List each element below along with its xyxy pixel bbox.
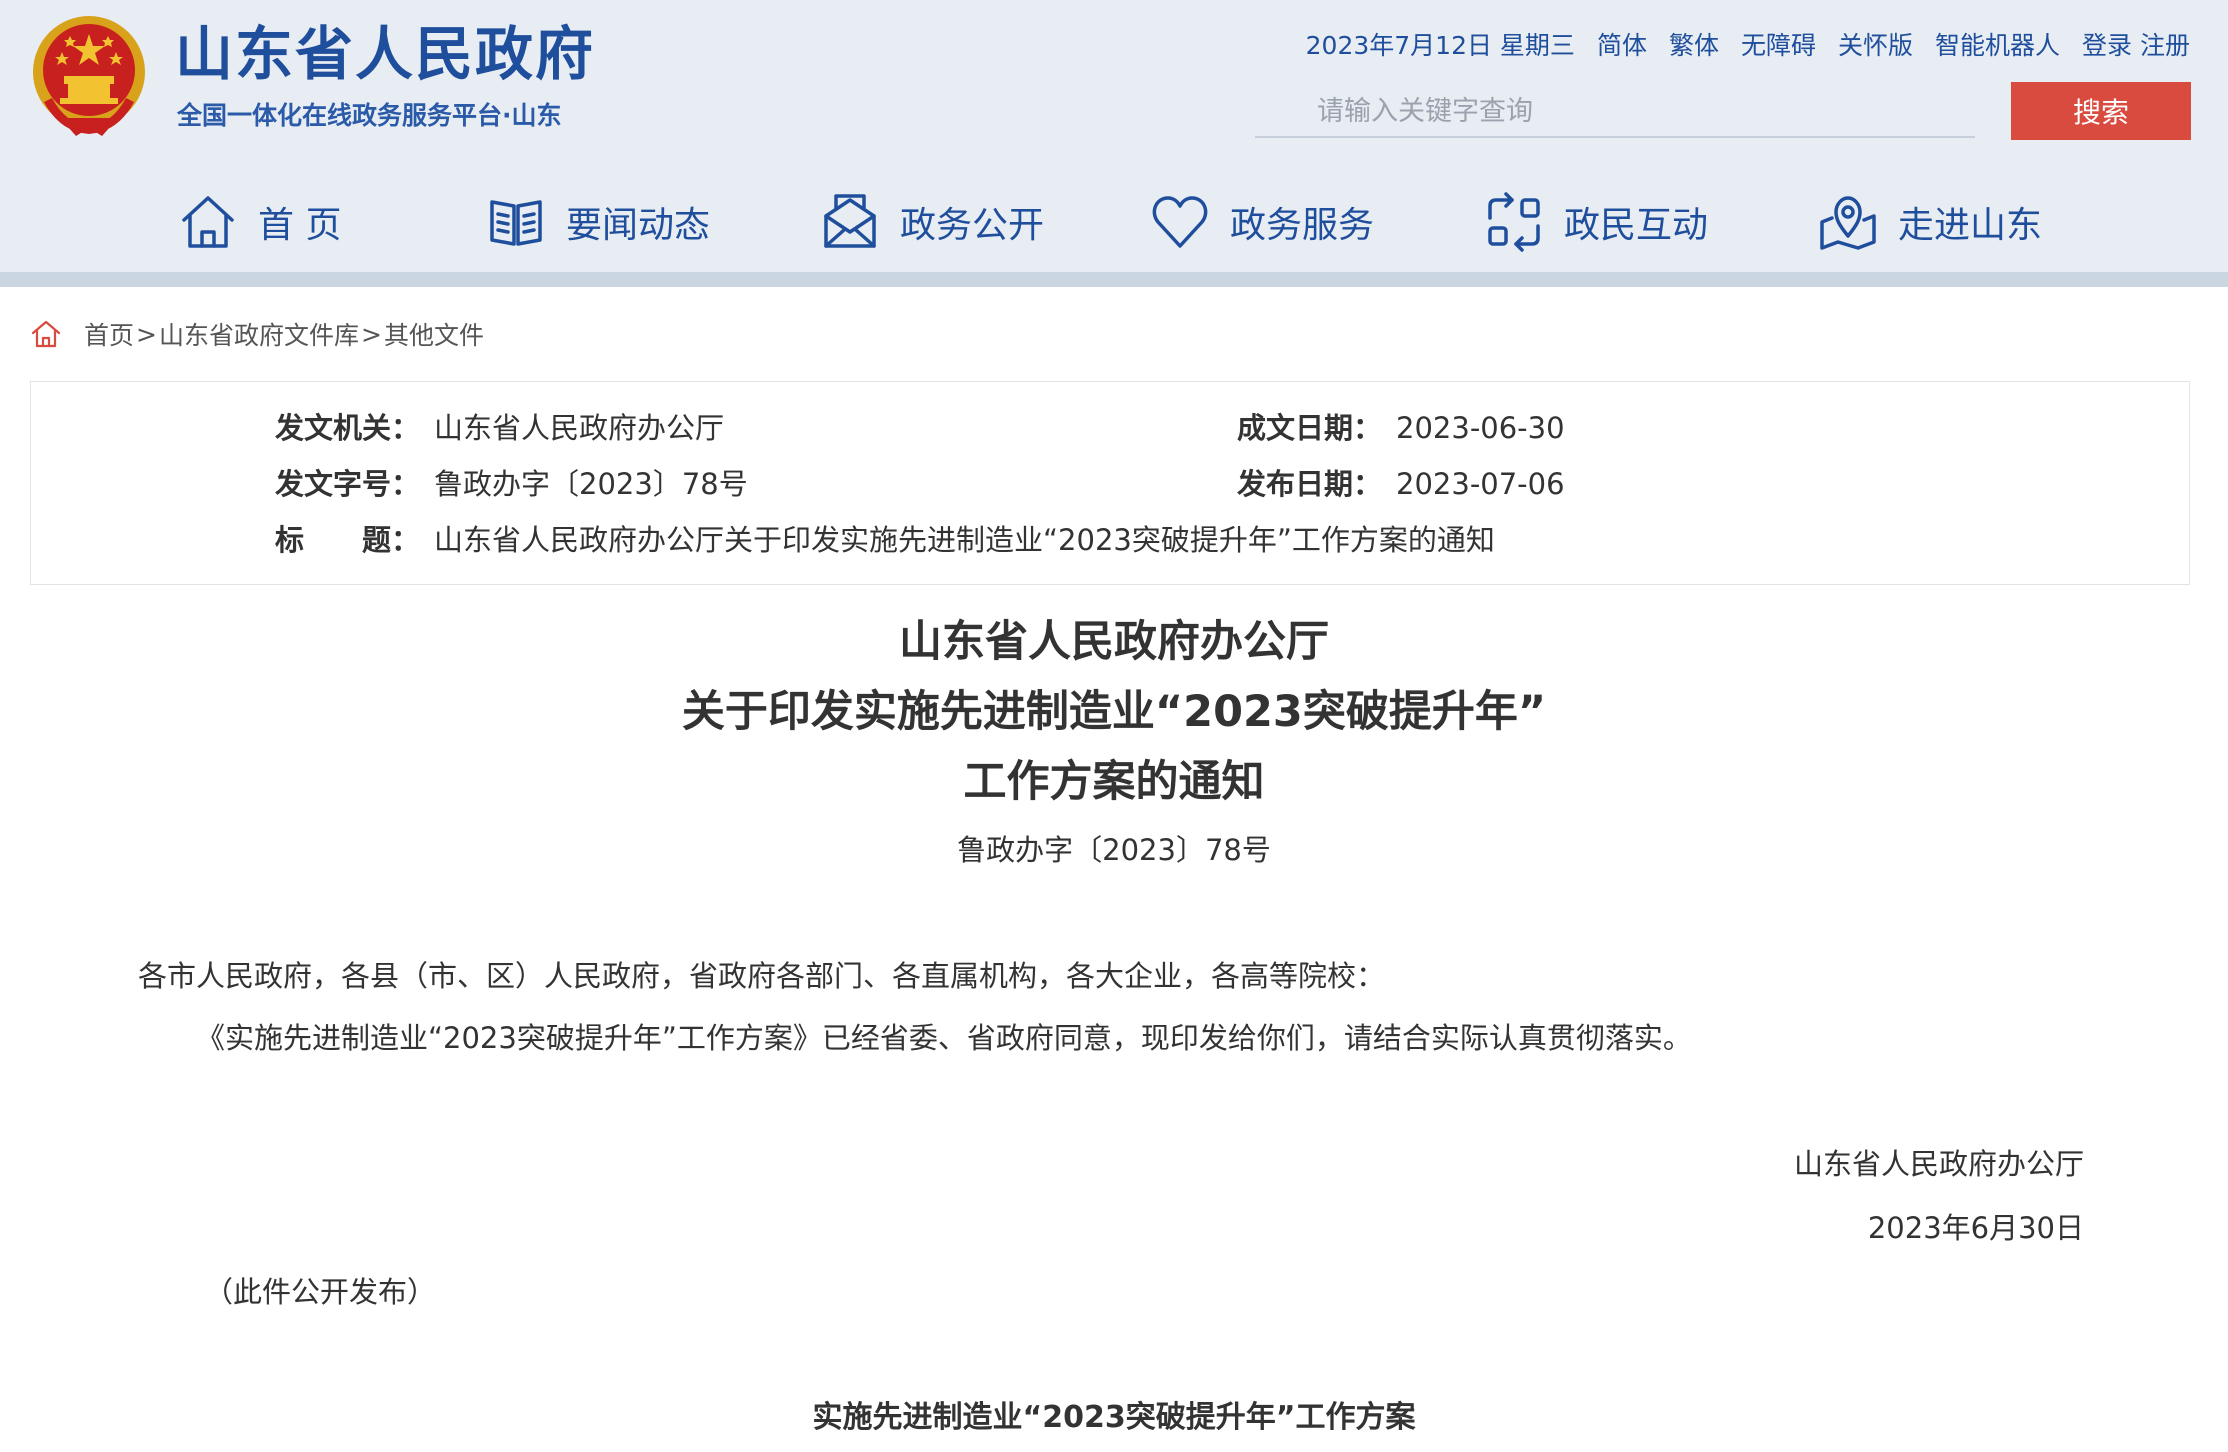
nav-item-interaction[interactable]: 政民互动: [1484, 180, 1708, 264]
written-date-value: 2023-06-30: [1396, 411, 1565, 445]
nav-label-services: 政务服务: [1230, 205, 1375, 246]
breadcrumb-current[interactable]: 其他文件: [384, 316, 484, 352]
login-register-links: 登录 注册: [2082, 26, 2190, 66]
current-date: 2023年7月12日 星期三: [1305, 31, 1575, 60]
body-paragraph: 《实施先进制造业“2023突破提升年”工作方案》已经省委、省政府同意，现印发给你…: [196, 1021, 1692, 1055]
document-title-line-1: 山东省人民政府办公厅: [899, 617, 1329, 667]
issuer-label: 发文机关：: [275, 411, 421, 445]
register-link[interactable]: 注册: [2140, 31, 2190, 60]
nav-item-home[interactable]: 首 页: [178, 180, 341, 264]
nav-item-openness[interactable]: 政务公开: [820, 180, 1044, 264]
search-button[interactable]: 搜索: [2011, 82, 2191, 140]
heart-icon: [1152, 196, 1208, 248]
header-divider: [0, 272, 2228, 287]
breadcrumb-separator: >: [360, 319, 382, 349]
publish-date-row: 发布日期： 2023-07-06: [1237, 464, 1565, 504]
document-info-box: 发文机关： 山东省人民政府办公厅 发文字号： 鲁政办字〔2023〕78号 标 题： 山…: [30, 381, 2190, 585]
document-title-line-3: 工作方案的通知: [963, 757, 1265, 807]
nav-label-about: 走进山东: [1898, 205, 2043, 246]
signature-text: 山东省人民政府办公厅: [1793, 1147, 2084, 1181]
breadcrumb-library[interactable]: 山东省政府文件库: [159, 316, 359, 352]
title-row: 标 题： 山东省人民政府办公厅关于印发实施先进制造业“2023突破提升年”工作方案…: [275, 520, 1495, 560]
breadcrumb-home[interactable]: 首页: [84, 316, 134, 352]
traditional-link[interactable]: 繁体: [1669, 26, 1719, 66]
public-release-note: （此件公开发布）: [204, 1275, 437, 1309]
chatbot-link[interactable]: 智能机器人: [1935, 26, 2060, 66]
site-header: 山东省人民政府 全国一体化在线政务服务平台·山东 2023年7月12日 星期三 …: [0, 0, 2228, 272]
written-date-label: 成文日期：: [1237, 411, 1383, 445]
login-link[interactable]: 登录: [2082, 31, 2132, 60]
document-title-line-2: 关于印发实施先进制造业“2023突破提升年”: [681, 687, 1547, 737]
home-icon: [182, 196, 234, 248]
title-label: 标 题：: [275, 523, 421, 557]
signature-date: 2023年6月30日: [1867, 1211, 2084, 1245]
title-value: 山东省人民政府办公厅关于印发实施先进制造业“2023突破提升年”工作方案的通知: [434, 523, 1495, 557]
national-emblem-icon: [33, 16, 145, 136]
simplified-link[interactable]: 简体: [1597, 26, 1647, 66]
site-title[interactable]: 山东省人民政府: [175, 18, 595, 90]
document-number: 鲁政办字〔2023〕78号: [957, 833, 1271, 867]
search-input[interactable]: [1255, 86, 1975, 138]
written-date-row: 成文日期： 2023-06-30: [1237, 408, 1565, 448]
home-icon[interactable]: [30, 318, 62, 350]
doc-number-label: 发文字号：: [275, 467, 421, 501]
site-subtitle: 全国一体化在线政务服务平台·山东: [177, 101, 562, 130]
breadcrumb: 首页 > 山东省政府文件库 > 其他文件: [30, 314, 484, 354]
doc-number-row: 发文字号： 鲁政办字〔2023〕78号: [275, 464, 748, 504]
interaction-icon: [1488, 192, 1540, 252]
nav-label-news: 要闻动态: [566, 205, 711, 246]
breadcrumb-separator: >: [136, 319, 157, 349]
accessibility-link[interactable]: 无障碍: [1741, 26, 1816, 66]
nav-label-interaction: 政民互动: [1564, 205, 1709, 246]
plan-section-title: 实施先进制造业“2023突破提升年”工作方案: [812, 1400, 1416, 1435]
issuer-value: 山东省人民政府办公厅: [434, 411, 725, 445]
doc-number-value: 鲁政办字〔2023〕78号: [434, 467, 748, 501]
nav-label-openness: 政务公开: [900, 205, 1045, 246]
nav-label-home: 首 页: [258, 205, 342, 246]
publish-date-value: 2023-07-06: [1396, 467, 1565, 501]
recipients-text: 各市人民政府，各县（市、区）人民政府，省政府各部门、各直属机构，各大企业，各高等…: [138, 959, 1386, 993]
book-icon: [490, 200, 542, 246]
main-nav: 首 页 要闻动态 政务公开 政务服务 政民互动 走进山东: [0, 180, 2228, 264]
nav-item-about[interactable]: 走进山东: [1818, 180, 2042, 264]
top-links: 2023年7月12日 星期三 简体 繁体 无障碍 关怀版 智能机器人 登录 注册: [1306, 26, 2190, 66]
nav-item-news[interactable]: 要闻动态: [486, 180, 710, 264]
location-icon: [1820, 196, 1876, 250]
publish-date-label: 发布日期：: [1237, 467, 1383, 501]
mail-icon: [824, 194, 876, 248]
care-mode-link[interactable]: 关怀版: [1838, 26, 1913, 66]
issuer-row: 发文机关： 山东省人民政府办公厅: [275, 408, 724, 448]
nav-item-services[interactable]: 政务服务: [1150, 180, 1374, 264]
